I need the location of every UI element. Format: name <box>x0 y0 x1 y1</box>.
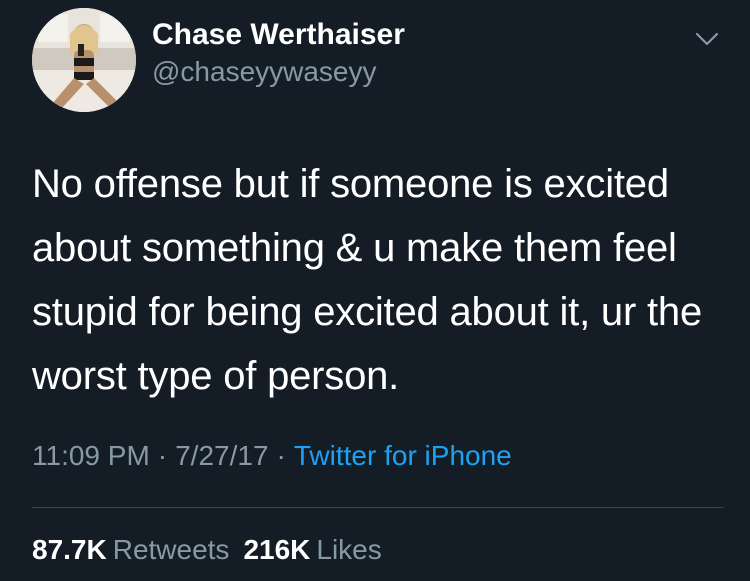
chevron-down-icon[interactable] <box>690 24 724 54</box>
tweet-date[interactable]: 7/27/17 <box>175 440 268 471</box>
meta-separator: · <box>157 440 168 471</box>
retweets-count: 87.7K <box>32 534 107 565</box>
display-name[interactable]: Chase Werthaiser <box>152 18 405 52</box>
retweets-label: Retweets <box>112 534 230 565</box>
avatar[interactable] <box>32 8 136 112</box>
retweets-stat[interactable]: 87.7K Retweets <box>32 534 229 566</box>
tweet-stats: 87.7K Retweets 216K Likes <box>32 534 382 566</box>
tweet-time[interactable]: 11:09 PM <box>32 440 150 471</box>
user-handle[interactable]: @chaseyywaseyy <box>152 56 377 88</box>
divider <box>32 507 724 508</box>
tweet-metadata: 11:09 PM · 7/27/17 · Twitter for iPhone <box>32 440 512 472</box>
likes-stat[interactable]: 216K Likes <box>243 534 381 566</box>
likes-count: 216K <box>243 534 311 565</box>
avatar-photo <box>32 8 136 112</box>
tweet-source-link[interactable]: Twitter for iPhone <box>294 440 512 471</box>
likes-label: Likes <box>316 534 382 565</box>
meta-separator: · <box>276 440 286 471</box>
tweet-text: No offense but if someone is excited abo… <box>32 162 703 398</box>
tweet-detail: Chase Werthaiser @chaseyywaseyy No offen… <box>0 0 750 581</box>
